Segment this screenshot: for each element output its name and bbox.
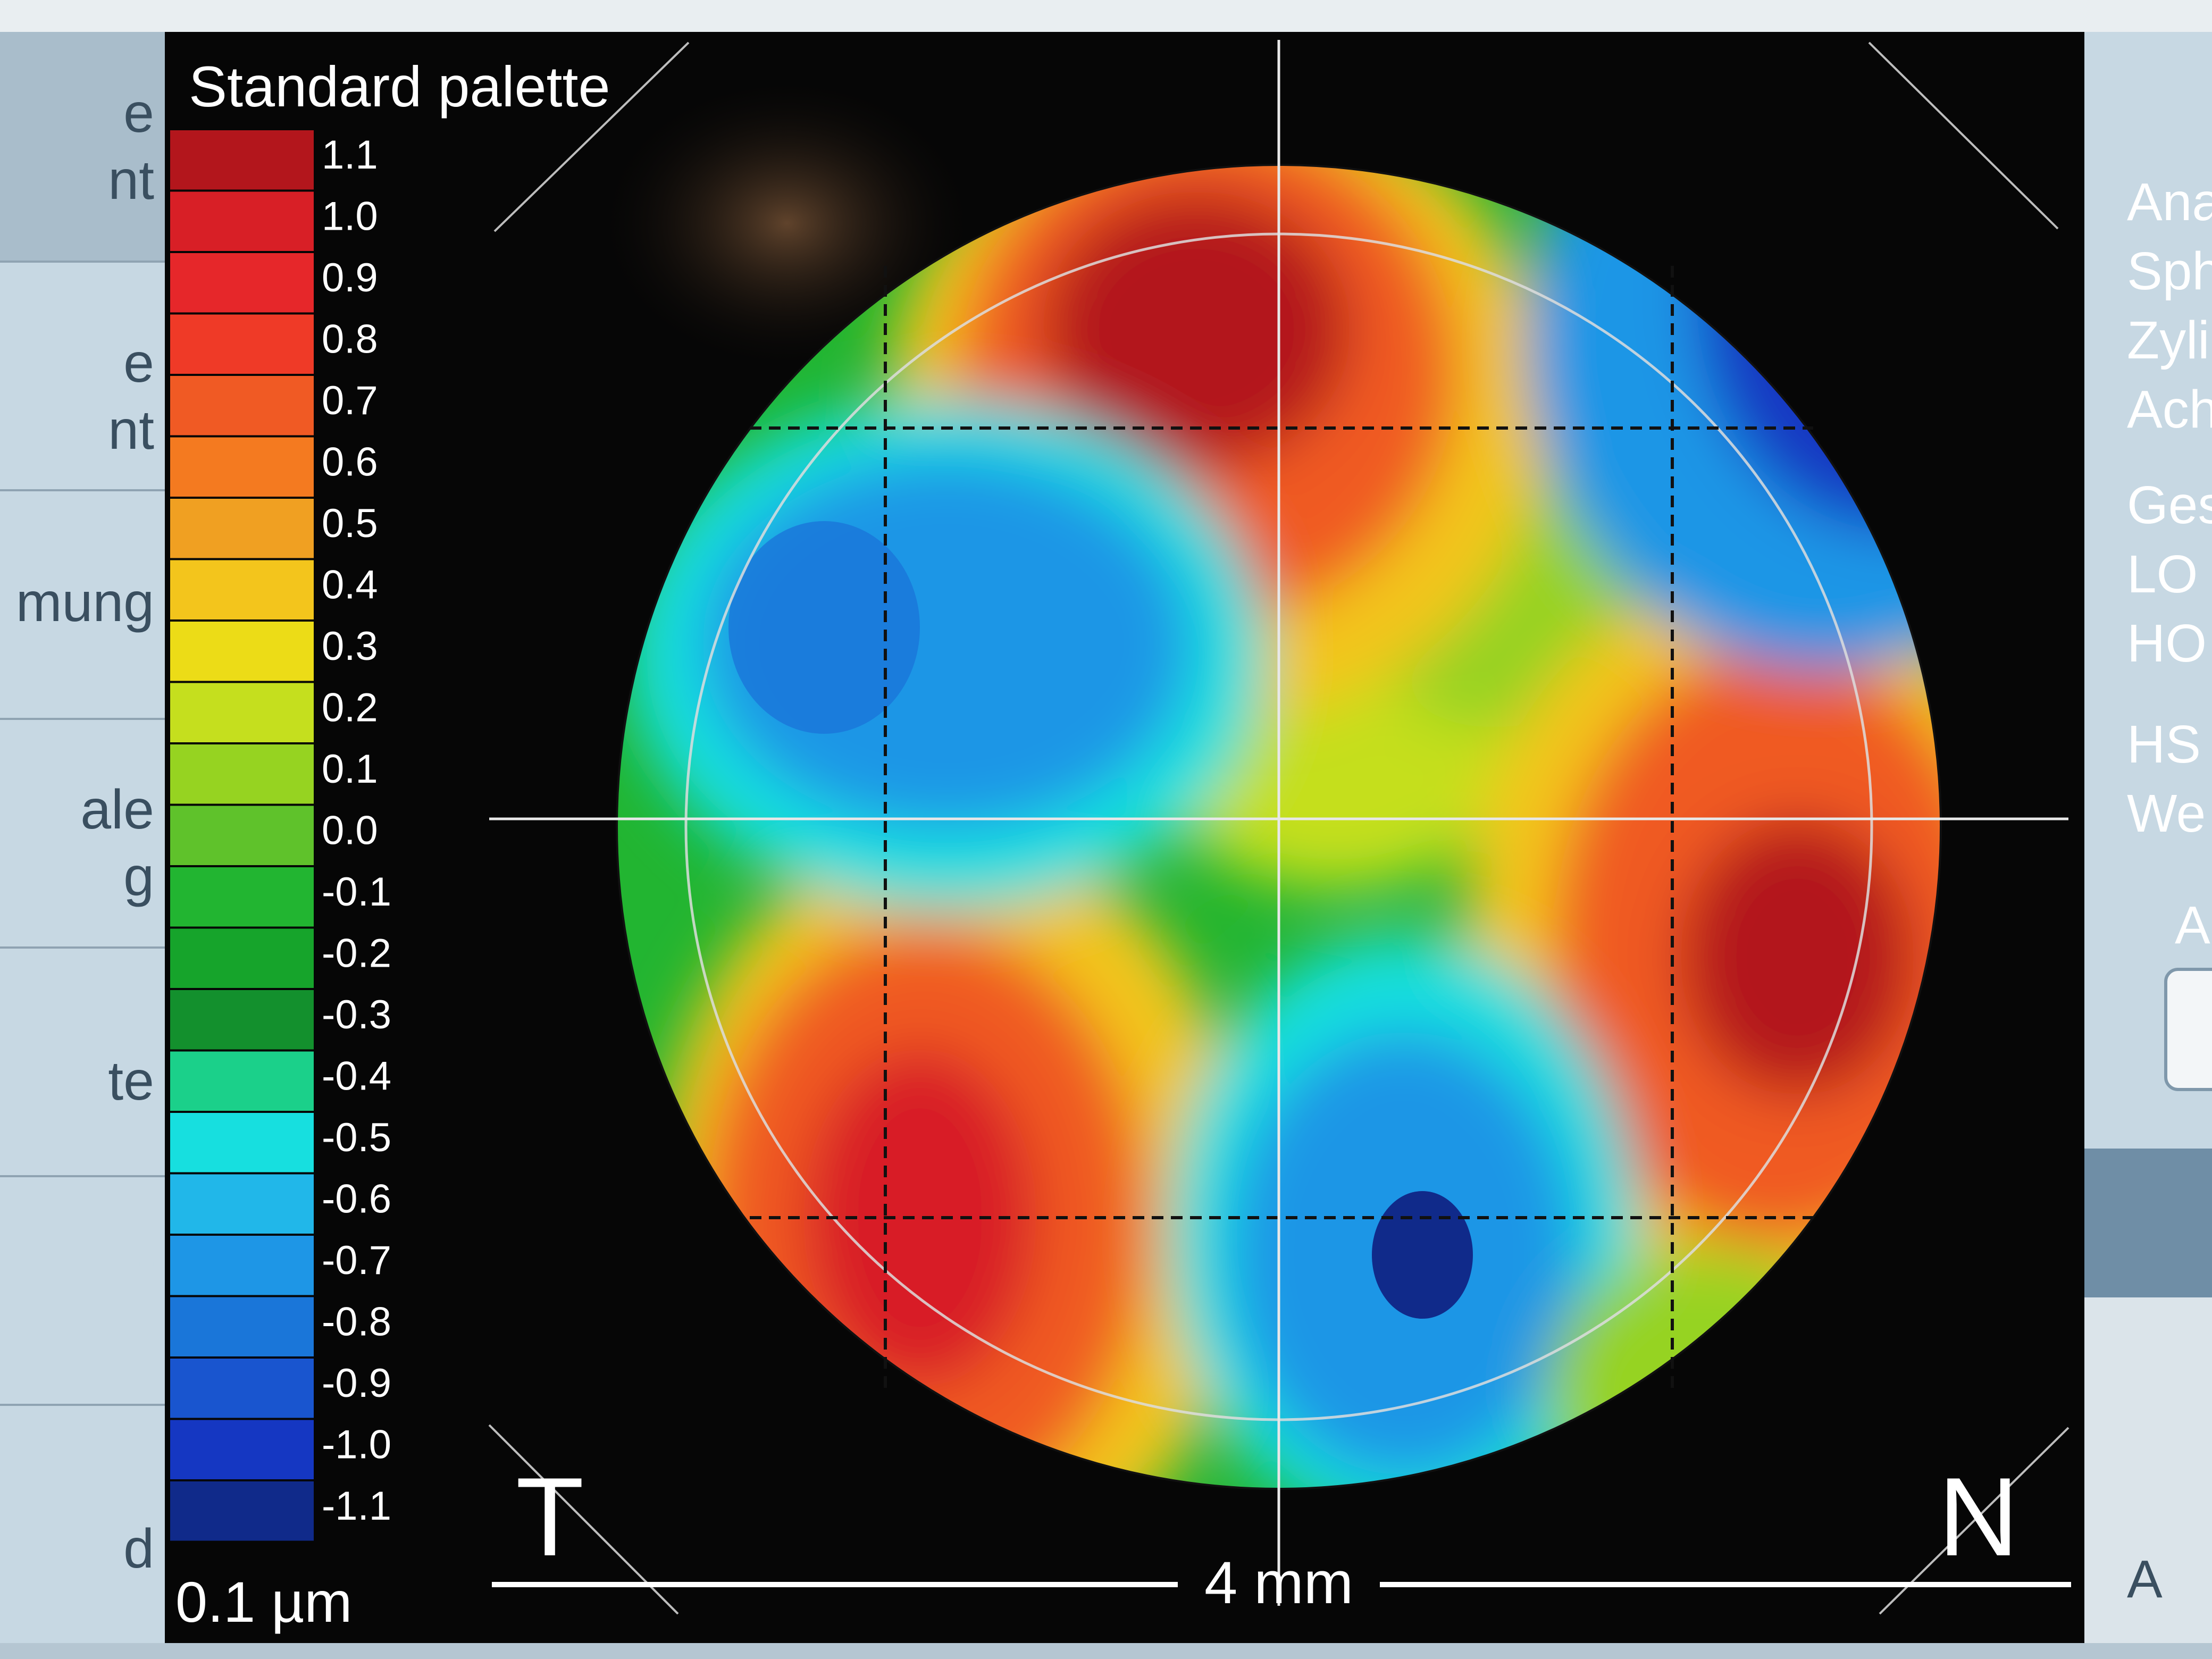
wavefront-map-panel: Standard palette 1.1 1.0 0.9 0.8 0.7 0.6 0.5 0.…	[165, 32, 2095, 1643]
scale-tick-label: -0.4	[322, 1054, 391, 1099]
color-scale: 1.1 1.0 0.9 0.8 0.7 0.6 0.5 0.4 0.3 0.2 0.1 0.0 -0.1…	[170, 130, 391, 1541]
scale-swatch	[170, 376, 314, 435]
left-sidebar: e nt e nt mung ale g te t d	[0, 32, 165, 1643]
sidebar-item-label: e nt	[108, 82, 154, 211]
scale-swatch	[170, 253, 314, 313]
scale-swatch	[170, 499, 314, 558]
sidebar-item-label: ale g	[80, 779, 154, 908]
scale-swatch	[170, 1174, 314, 1234]
results-label: Ach	[2127, 380, 2212, 439]
scale-swatch	[170, 1359, 314, 1418]
scale-swatch	[170, 1051, 314, 1111]
scale-tick-label: 0.3	[322, 624, 378, 669]
bottom-strip	[0, 1643, 2212, 1659]
results-label: Sph	[2127, 241, 2212, 301]
sidebar-item-label: te	[108, 1050, 154, 1112]
sidebar-item-3[interactable]: mung	[0, 489, 165, 720]
sidebar-item-label: mung	[15, 572, 154, 633]
scale-swatch	[170, 990, 314, 1050]
distance-scale-bar: 4 mm	[492, 1549, 2071, 1616]
results-label: Zyli	[2127, 311, 2210, 370]
sidebar-item-label: d	[123, 1518, 154, 1580]
right-panel-band	[2084, 1149, 2212, 1297]
sidebar-item-6[interactable]: t	[0, 1175, 165, 1406]
scale-tick-label: -0.1	[322, 869, 391, 915]
sidebar-item-label: t	[139, 1242, 154, 1303]
scale-tick-label: -0.9	[322, 1361, 391, 1406]
wavefront-map-svg: Standard palette 1.1 1.0 0.9 0.8 0.7 0.6 0.5 0.…	[170, 40, 2071, 1634]
temporal-label: T	[516, 1454, 584, 1579]
scale-tick-label: -1.0	[322, 1422, 391, 1468]
scale-swatch	[170, 1481, 314, 1541]
sidebar-item-7[interactable]: d	[0, 1404, 165, 1643]
scale-swatch	[170, 806, 314, 865]
aberrometer-screen: e nt e nt mung ale g te t d Standard pal…	[0, 0, 2212, 1659]
scale-tick-label: 0.0	[322, 808, 378, 853]
scale-swatch	[170, 1113, 314, 1172]
scale-tick-label: -1.1	[322, 1484, 391, 1529]
results-label: HO	[2127, 614, 2207, 673]
scale-swatch	[170, 744, 314, 804]
scale-tick-label: 0.9	[322, 255, 378, 300]
scale-tick-label: 0.2	[322, 685, 378, 731]
scale-tick-label: 0.1	[322, 747, 378, 792]
right-panel-button[interactable]	[2164, 968, 2212, 1091]
scale-swatch	[170, 130, 314, 190]
scale-swatch	[170, 867, 314, 927]
results-label: LO	[2127, 544, 2198, 604]
scale-unit-label: 0.1 µm	[175, 1570, 352, 1634]
scale-tick-label: 0.6	[322, 440, 378, 485]
sidebar-item-2[interactable]: e nt	[0, 261, 165, 491]
results-label: HS	[2127, 715, 2201, 774]
right-sidebar: Ana Sph Zyli Ach Ges LO HO HS We Al A	[2084, 32, 2212, 1643]
palette-title: Standard palette	[189, 54, 610, 119]
results-label: Ana	[2127, 172, 2212, 232]
scale-swatch	[170, 1236, 314, 1295]
scale-swatch	[170, 191, 314, 251]
scale-swatch	[170, 314, 314, 374]
scale-tick-label: 0.7	[322, 378, 378, 423]
scale-swatch	[170, 1297, 314, 1356]
scale-tick-label: 1.0	[322, 194, 378, 239]
scale-swatch	[170, 560, 314, 619]
scale-tick-label: -0.5	[322, 1115, 391, 1160]
sidebar-item-4[interactable]: ale g	[0, 718, 165, 949]
sidebar-item-5[interactable]: te	[0, 946, 165, 1177]
sidebar-item-label: e nt	[108, 332, 154, 461]
scale-tick-label: -0.3	[322, 992, 391, 1037]
sidebar-item-1[interactable]: e nt	[0, 32, 165, 263]
scale-swatch	[170, 437, 314, 497]
scale-swatch	[170, 622, 314, 681]
scale-tick-label: 0.4	[322, 563, 378, 608]
scale-tick-label: 1.1	[322, 132, 378, 178]
nasal-label: N	[1938, 1454, 2019, 1579]
results-label: Al	[2175, 895, 2212, 955]
scale-tick-label: -0.6	[322, 1177, 391, 1222]
scale-tick-label: -0.8	[322, 1300, 391, 1345]
scale-swatch	[170, 1420, 314, 1479]
right-bottom-button[interactable]: A	[2127, 1553, 2212, 1606]
scale-swatch	[170, 683, 314, 742]
results-label: Ges	[2127, 475, 2212, 535]
scale-swatch	[170, 928, 314, 988]
results-label: We	[2127, 784, 2206, 843]
scale-tick-label: 0.8	[322, 317, 378, 362]
scale-tick-label: -0.7	[322, 1238, 391, 1283]
scale-tick-label: -0.2	[322, 931, 391, 976]
distance-label: 4 mm	[1204, 1549, 1353, 1616]
top-strip	[0, 0, 2212, 32]
scale-tick-label: 0.5	[322, 501, 378, 546]
